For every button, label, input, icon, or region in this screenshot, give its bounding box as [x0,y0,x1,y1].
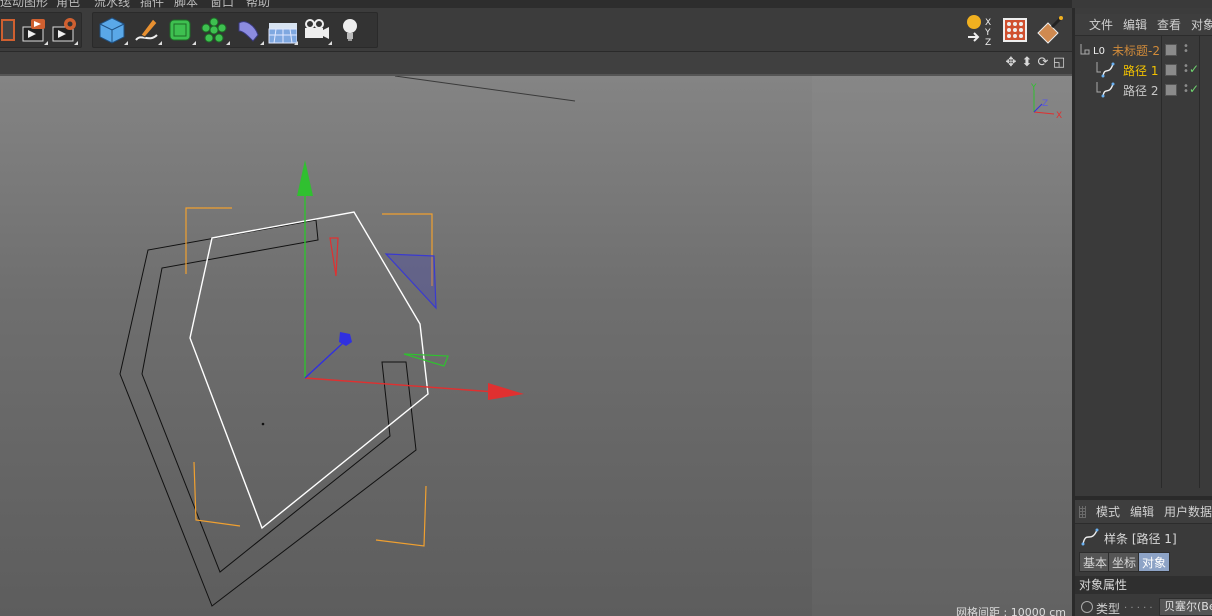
column-separator [1161,36,1162,488]
menu-item[interactable]: 运动图形 [0,0,48,8]
grid-spacing-status: 网格间距 : 10000 cm [956,606,1066,616]
enabled-check-icon[interactable]: ✓ [1189,82,1199,96]
spline-object-icon [1096,82,1115,98]
x-axis-arrow[interactable] [488,383,524,400]
cloner-icon[interactable] [197,13,231,47]
tab-object[interactable]: 对象 [1138,552,1171,572]
column-separator [1199,36,1200,488]
am-menu-edit[interactable]: 编辑 [1130,503,1154,520]
floor-environment-icon[interactable] [265,13,299,47]
null-object-icon: L0 [1080,44,1105,57]
3d-viewport[interactable]: Y Z X 网格间距 : 10000 cm [0,76,1072,616]
camera-icon[interactable] [299,13,333,47]
y-axis-arrow[interactable] [297,160,313,196]
deformer-bend-icon[interactable] [231,13,265,47]
visibility-dots-icon[interactable]: • • [1183,42,1189,57]
type-property-row: 类型 . . . . . 贝塞尔(Bezier) [1075,598,1212,616]
om-menu-object[interactable]: 对象 [1191,16,1212,33]
maximize-view-icon[interactable]: ◱ [1052,56,1066,70]
object-tool-group [92,12,378,48]
layer-tag-icon[interactable] [1165,84,1177,96]
svg-text:Z: Z [985,38,991,47]
panel-grip-icon[interactable] [1079,505,1086,518]
object-manager-menu: 文件 编辑 查看 对象 [1075,14,1212,36]
type-dropdown[interactable]: 贝塞尔(Bezier) [1159,598,1212,616]
svg-text:L0: L0 [1093,46,1105,57]
om-menu-file[interactable]: 文件 [1089,16,1113,33]
pen-spline-icon[interactable] [129,13,163,47]
rotate-z-handle[interactable] [384,253,437,310]
attribute-manager: 模式 编辑 用户数据 样条 [路径 1] 基本 坐标 对象 对象属性 类型 . … [1075,496,1212,616]
spline-point[interactable] [261,422,265,426]
menu-item[interactable]: 流水线 [94,0,130,8]
viewport-safe-frame [812,76,1072,616]
world-axis-icon[interactable]: XYZ [964,13,998,47]
render-tool-group [0,12,82,48]
main-menu-bar: 运动图形 角色 流水线 插件 脚本 窗口 帮助 [0,0,1072,8]
render-active-view-icon[interactable] [0,13,19,47]
menu-item[interactable]: 角色 [56,0,80,8]
rotate-y-handle[interactable] [403,353,449,367]
am-menu-mode[interactable]: 模式 [1096,503,1120,520]
layer-tag-icon[interactable] [1165,44,1177,56]
om-menu-view[interactable]: 查看 [1157,16,1181,33]
menu-item[interactable]: 脚本 [174,0,198,8]
tab-basic[interactable]: 基本 [1079,552,1112,572]
spline-object-icon [1096,62,1115,78]
am-menu-userdata[interactable]: 用户数据 [1164,503,1212,520]
mode-tool-group: XYZ [962,12,1072,48]
axis-label-z: Z [1042,99,1048,109]
paint-mode-icon[interactable] [1032,13,1066,47]
viewport-header: ✥ ⬍ ⟳ ◱ [0,52,1072,76]
animation-radio-icon[interactable] [1081,601,1093,613]
object-manager: 文件 编辑 查看 对象 L0 未标题-2 •• 路径 1 •• ✓ 路径 2 •… [1075,14,1212,488]
object-properties-section: 对象属性 [1075,576,1212,594]
layer-tag-icon[interactable] [1165,64,1177,76]
render-to-picture-viewer-icon[interactable] [19,13,49,47]
attribute-title: 样条 [路径 1] [1104,532,1177,546]
rotate-x-handle[interactable] [329,237,339,277]
attribute-manager-menu: 模式 编辑 用户数据 [1075,500,1212,524]
object-name[interactable]: 未标题-2 [1112,42,1160,59]
tab-coordinates[interactable]: 坐标 [1108,552,1141,572]
object-name[interactable]: 路径 1 [1123,62,1158,79]
cube-primitive-icon[interactable] [95,13,129,47]
spline-path-2[interactable] [119,219,417,607]
render-settings-icon[interactable] [49,13,79,47]
om-menu-edit[interactable]: 编辑 [1123,16,1147,33]
viewport-canvas[interactable]: Y Z X [0,76,1072,616]
z-axis-line [304,341,345,379]
type-label: 类型 [1096,602,1121,616]
zoom-view-icon[interactable]: ⬍ [1020,56,1034,70]
object-row-path-1[interactable]: 路径 1 • • ✓ [1075,60,1212,80]
subdivision-surface-icon[interactable] [163,13,197,47]
enabled-check-icon[interactable]: ✓ [1189,62,1199,76]
horizon-line [394,76,576,102]
object-row-path-2[interactable]: 路径 2 • • ✓ [1075,80,1212,100]
menu-item[interactable]: 帮助 [246,0,270,8]
menu-item[interactable]: 窗口 [210,0,234,8]
light-bulb-icon[interactable] [333,13,367,47]
object-name[interactable]: 路径 2 [1123,82,1158,99]
texture-mode-icon[interactable] [998,13,1032,47]
main-toolbar: XYZ [0,8,1072,52]
rotate-view-icon[interactable]: ⟳ [1036,56,1050,70]
svg-text:Y: Y [984,28,991,38]
axis-label-y: Y [1030,83,1037,93]
svg-text:X: X [985,18,991,28]
axis-label-x: X [1056,111,1062,121]
move-view-icon[interactable]: ✥ [1004,56,1018,70]
viewport-nav-tools: ✥ ⬍ ⟳ ◱ [1004,56,1066,70]
x-axis-line [304,377,496,393]
object-row-null[interactable]: L0 未标题-2 • • [1075,40,1212,60]
spline-object-icon [1081,528,1099,546]
type-leader-dots: . . . . . [1124,600,1153,611]
menu-item[interactable]: 插件 [140,0,164,8]
